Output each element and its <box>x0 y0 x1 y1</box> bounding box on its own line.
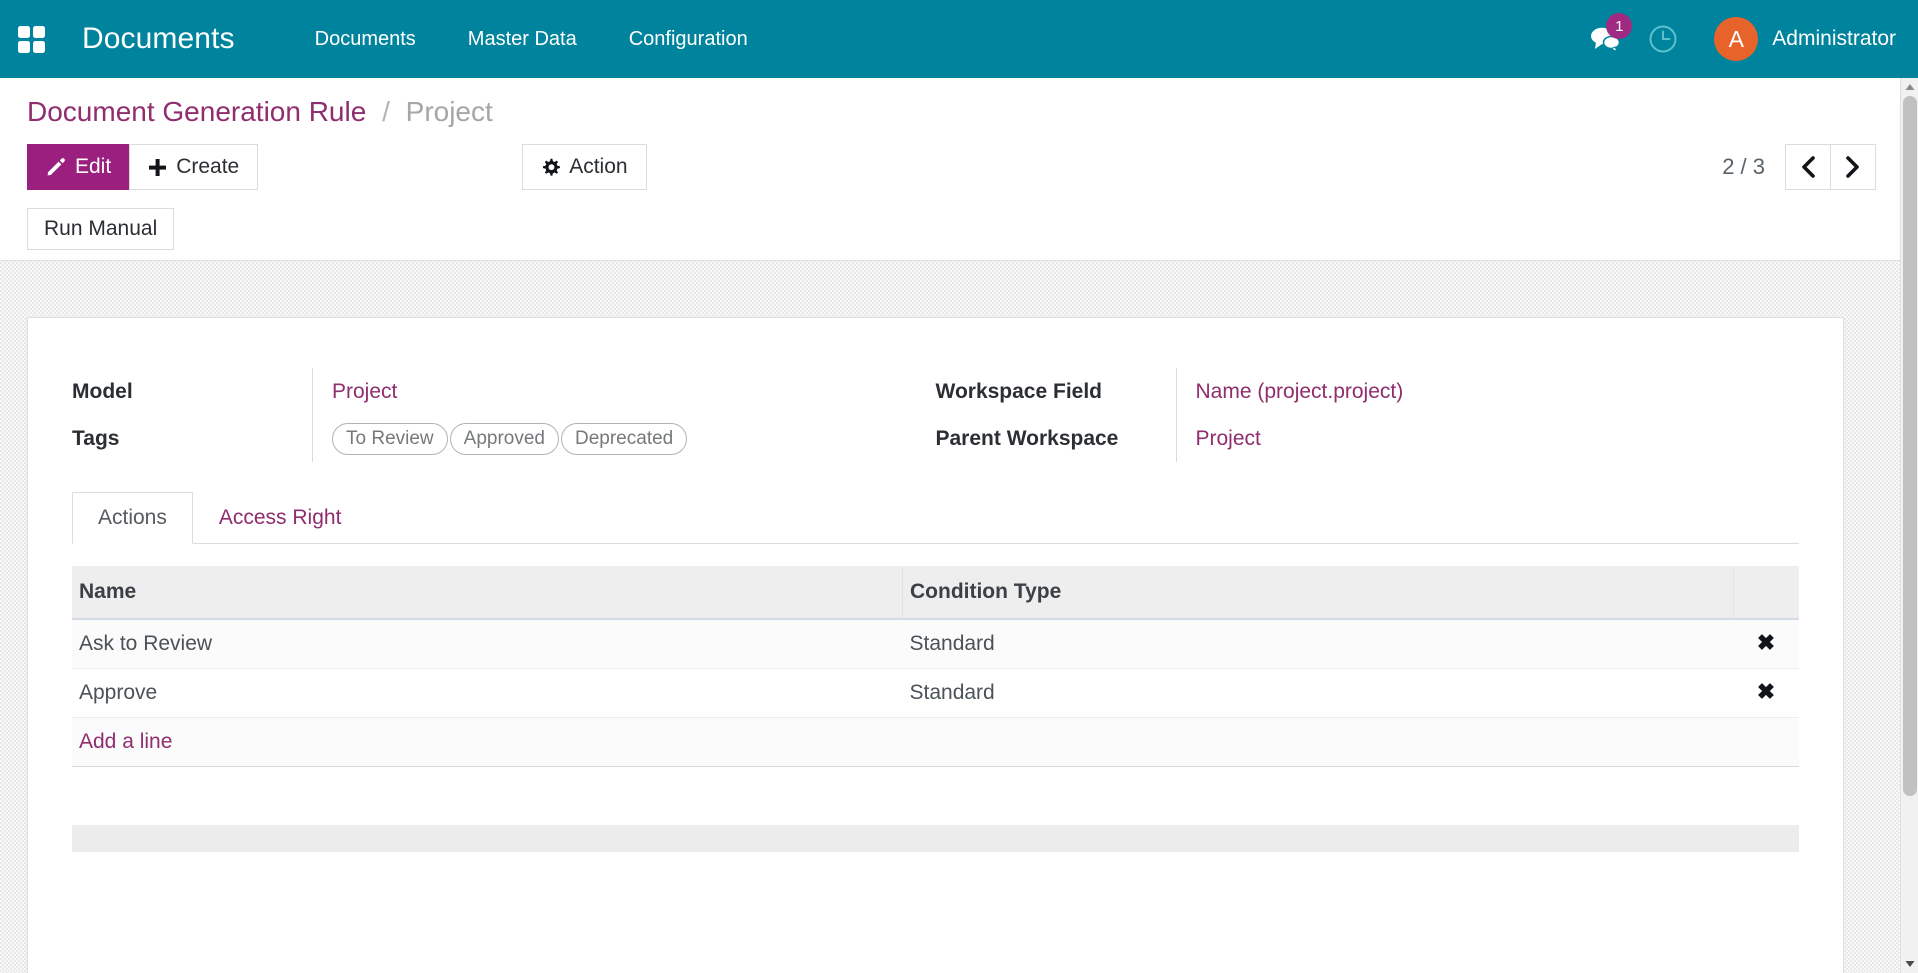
gear-icon <box>543 158 561 176</box>
column-header-name[interactable]: Name <box>72 566 903 620</box>
apps-grid-icon <box>17 25 45 53</box>
cell-name[interactable]: Approve <box>72 668 903 718</box>
pager-next-button[interactable] <box>1830 144 1876 190</box>
pager: 2 / 3 <box>1722 144 1876 190</box>
notebook: Actions Access Right Name Condition Type… <box>72 492 1799 852</box>
action-button-label: Action <box>569 155 628 178</box>
label-model: Model <box>72 380 133 403</box>
form-right-labels: Workspace Field Parent Workspace <box>936 368 1176 462</box>
breadcrumb-parent[interactable]: Document Generation Rule <box>27 96 366 127</box>
top-navbar: Documents Documents Master Data Configur… <box>0 0 1918 78</box>
table-row[interactable]: Ask to Review Standard ✖ <box>72 619 1799 669</box>
column-header-actions <box>1733 566 1799 620</box>
breadcrumb-separator: / <box>382 96 390 127</box>
messages-button[interactable]: 1 <box>1576 0 1634 78</box>
form-sheet: Model Tags Project To Review Approved De… <box>27 317 1844 973</box>
x-icon[interactable]: ✖ <box>1757 679 1775 704</box>
x-icon[interactable]: ✖ <box>1757 630 1775 655</box>
form-column-right: Workspace Field Parent Workspace Name (p… <box>936 368 1800 462</box>
chevron-left-icon <box>1802 156 1815 178</box>
edit-button-label: Edit <box>75 155 112 178</box>
plus-icon <box>149 158 167 176</box>
nav-menu-master-data[interactable]: Master Data <box>442 0 603 78</box>
control-panel-buttons: Edit Create Action 2 / 3 <box>0 134 1900 200</box>
label-workspace-field: Workspace Field <box>935 380 1103 403</box>
user-menu[interactable]: A Administrator <box>1714 0 1896 78</box>
scroll-down-arrow-icon[interactable] <box>1901 955 1918 973</box>
nav-menu-configuration[interactable]: Configuration <box>603 0 774 78</box>
chevron-right-icon <box>1846 156 1859 178</box>
action-menu-button[interactable]: Action <box>522 144 647 190</box>
add-a-line-link[interactable]: Add a line <box>79 730 172 753</box>
vertical-scrollbar[interactable] <box>1900 78 1918 973</box>
messages-badge: 1 <box>1606 13 1633 39</box>
scroll-up-arrow-icon[interactable] <box>1901 78 1918 96</box>
actions-table-head: Name Condition Type <box>72 566 1799 620</box>
table-header-row: Name Condition Type <box>72 566 1799 620</box>
cell-name[interactable]: Ask to Review <box>72 619 903 669</box>
cell-delete: ✖ <box>1733 619 1799 669</box>
pager-previous-button[interactable] <box>1785 144 1831 190</box>
pencil-icon <box>47 158 65 176</box>
avatar: A <box>1714 17 1759 61</box>
control-panel: Document Generation Rule / Project Edit … <box>0 78 1900 261</box>
form-column-left: Model Tags Project To Review Approved De… <box>72 368 936 462</box>
scrollbar-thumb[interactable] <box>1903 96 1917 796</box>
actions-table: Name Condition Type Ask to Review Standa… <box>72 566 1799 767</box>
actions-table-body: Ask to Review Standard ✖ Approve Standar… <box>72 619 1799 767</box>
cell-condition-type[interactable]: Standard <box>902 668 1733 718</box>
value-parent-workspace[interactable]: Project <box>1196 415 1800 462</box>
form-sheet-area: Model Tags Project To Review Approved De… <box>0 285 1900 973</box>
breadcrumb: Document Generation Rule / Project <box>0 78 1900 134</box>
status-button-bar: Run Manual <box>0 200 1900 260</box>
form-field-grid: Model Tags Project To Review Approved De… <box>72 346 1799 462</box>
create-button[interactable]: Create <box>129 144 259 190</box>
notebook-tabs: Actions Access Right <box>72 492 1799 544</box>
app-brand-title[interactable]: Documents <box>82 22 235 56</box>
edit-button[interactable]: Edit <box>27 144 131 190</box>
user-name-label: Administrator <box>1772 27 1896 50</box>
table-row[interactable]: Approve Standard ✖ <box>72 668 1799 718</box>
label-tags: Tags <box>72 427 120 450</box>
add-line-cell: Add a line <box>72 717 1799 767</box>
tab-actions[interactable]: Actions <box>72 492 193 544</box>
value-tags: To Review Approved Deprecated <box>332 415 936 462</box>
apps-menu-button[interactable] <box>0 0 62 78</box>
form-left-labels: Model Tags <box>72 368 312 462</box>
tag-approved[interactable]: Approved <box>449 422 559 455</box>
navbar-right-group: 1 A Administrator <box>1576 0 1918 78</box>
sheet-bottom-bar <box>72 825 1799 852</box>
run-manual-button[interactable]: Run Manual <box>27 208 175 250</box>
tag-deprecated[interactable]: Deprecated <box>561 422 688 455</box>
activity-button[interactable] <box>1634 0 1692 78</box>
label-parent-workspace: Parent Workspace <box>935 427 1119 450</box>
clock-icon <box>1649 25 1677 53</box>
pager-count: 2 / 3 <box>1722 154 1765 179</box>
breadcrumb-current: Project <box>405 96 493 127</box>
value-workspace-field[interactable]: Name (project.project) <box>1196 368 1800 415</box>
create-button-label: Create <box>176 155 240 178</box>
nav-menu-documents[interactable]: Documents <box>289 0 442 78</box>
form-right-values: Name (project.project) Project <box>1175 368 1800 462</box>
value-model[interactable]: Project <box>332 368 936 415</box>
tag-to-review[interactable]: To Review <box>332 422 448 455</box>
cell-condition-type[interactable]: Standard <box>902 619 1733 669</box>
tab-access-right[interactable]: Access Right <box>193 492 368 544</box>
add-line-row[interactable]: Add a line <box>72 717 1799 767</box>
form-left-values: Project To Review Approved Deprecated <box>312 368 936 462</box>
cell-delete: ✖ <box>1733 668 1799 718</box>
column-header-condition-type[interactable]: Condition Type <box>902 566 1734 620</box>
